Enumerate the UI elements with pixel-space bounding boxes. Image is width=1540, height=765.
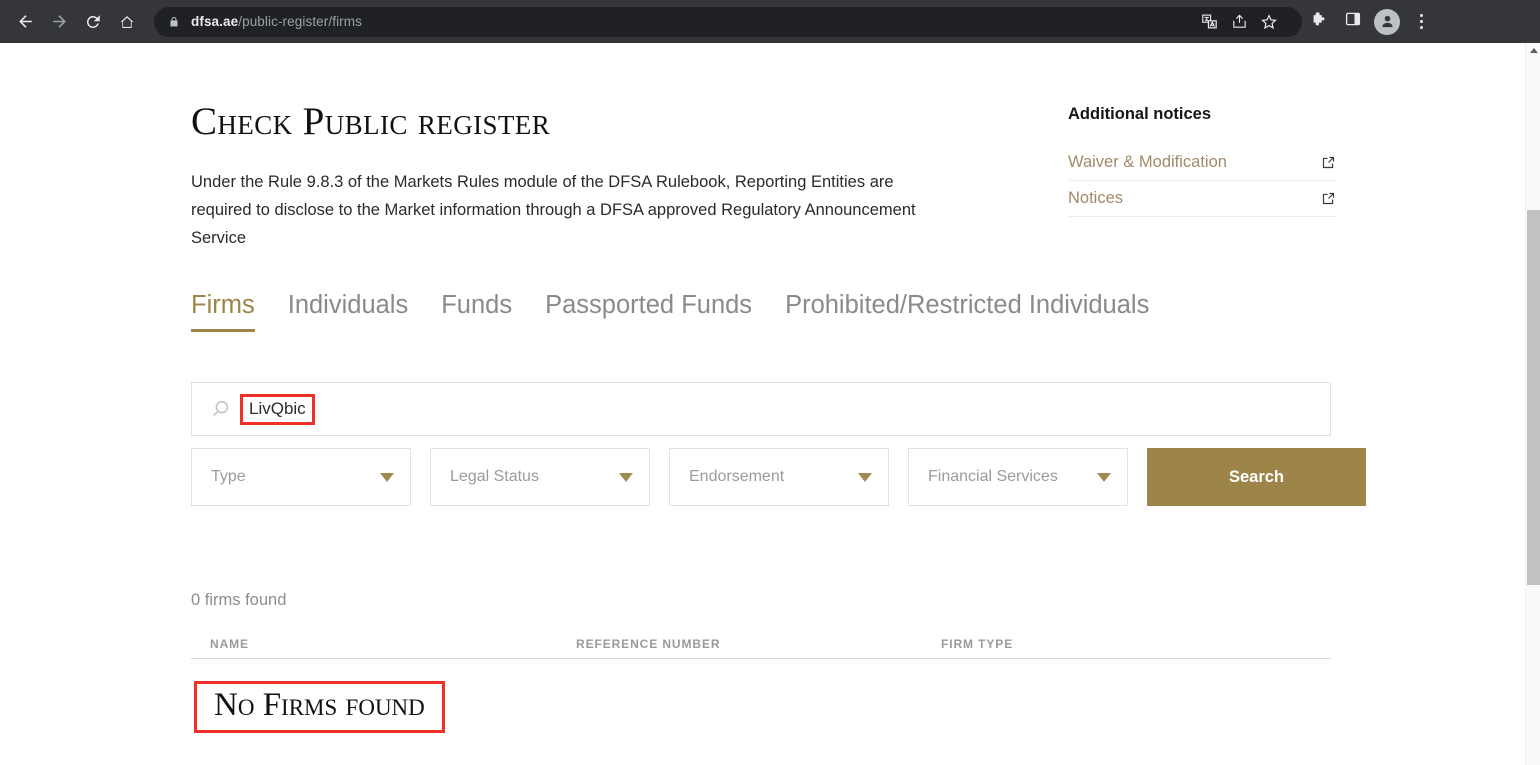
address-bar[interactable]: dfsa.ae/public-register/firms [154, 6, 1302, 37]
search-value-annotation: LivQbic [240, 393, 315, 425]
filter-endorsement-label: Endorsement [689, 468, 785, 485]
results-count: 0 firms found [191, 591, 287, 609]
url-domain: dfsa.ae [191, 14, 239, 29]
scrollbar-thumb[interactable] [1527, 210, 1540, 585]
tab-prohibited-restricted-individuals-label: Prohibited/Restricted Individuals [785, 291, 1150, 319]
profile-avatar-icon [1374, 8, 1400, 35]
column-header-name: NAME [210, 637, 249, 651]
share-icon[interactable] [1224, 7, 1254, 37]
chevron-down-icon [858, 472, 872, 482]
filter-financial-services-dropdown[interactable]: Financial Services [908, 448, 1128, 506]
profile-button[interactable] [1370, 5, 1404, 39]
notice-link-waiver-modification-label: Waiver & Modification [1068, 153, 1227, 171]
home-icon [118, 13, 136, 31]
browser-toolbar-actions [1302, 5, 1446, 39]
reload-icon [84, 13, 102, 31]
empty-state-annotation: No Firms found [194, 681, 445, 734]
tab-individuals-label: Individuals [287, 291, 409, 319]
forward-arrow-icon [50, 12, 69, 31]
home-button[interactable] [110, 5, 144, 39]
chevron-down-icon [619, 472, 633, 482]
side-panel-button[interactable] [1336, 5, 1370, 39]
external-link-icon [1321, 155, 1336, 170]
tab-funds[interactable]: Funds [441, 291, 512, 332]
url-path: /public-register/firms [238, 14, 362, 29]
filter-row: Type Legal Status Endorsement Financial … [191, 448, 1366, 506]
tab-prohibited-restricted-individuals[interactable]: Prohibited/Restricted Individuals [785, 291, 1149, 332]
main-column: Check Public register Under the Rule 9.8… [191, 43, 1366, 734]
forward-button[interactable] [42, 5, 76, 39]
notice-link-notices[interactable]: Notices [1068, 181, 1336, 217]
tab-firms-label: Firms [191, 291, 255, 319]
chevron-down-icon [380, 472, 394, 482]
scrollbar-up-arrow[interactable] [1526, 43, 1540, 57]
notice-link-waiver-modification[interactable]: Waiver & Modification [1068, 145, 1336, 181]
chevron-up-icon [1529, 47, 1538, 53]
extensions-button[interactable] [1302, 5, 1336, 39]
tab-passported-funds-label: Passported Funds [545, 291, 753, 319]
tab-individuals[interactable]: Individuals [288, 291, 409, 332]
browser-toolbar: dfsa.ae/public-register/firms [0, 0, 1540, 43]
search-magnifier-icon [210, 398, 232, 420]
tab-firms[interactable]: Firms [191, 291, 255, 332]
search-button[interactable]: Search [1147, 448, 1366, 506]
page-viewport: Check Public register Under the Rule 9.8… [0, 43, 1525, 765]
bookmark-star-icon[interactable] [1254, 7, 1284, 37]
url-text: dfsa.ae/public-register/firms [191, 14, 362, 29]
filter-legal-status-label: Legal Status [450, 468, 539, 485]
additional-notices-title: Additional notices [1068, 105, 1212, 123]
empty-state-message: No Firms found [214, 687, 425, 723]
omnibox-actions [1194, 7, 1288, 37]
register-tabs: Firms Individuals Funds Passported Funds… [191, 291, 1149, 332]
back-button[interactable] [8, 5, 42, 39]
chrome-menu-icon [1419, 14, 1423, 29]
filter-type-dropdown[interactable]: Type [191, 448, 411, 506]
chrome-menu-button[interactable] [1404, 5, 1438, 39]
results-table-header: NAME REFERENCE NUMBER FIRM TYPE [191, 637, 1331, 659]
filter-legal-status-dropdown[interactable]: Legal Status [430, 448, 650, 506]
extensions-puzzle-icon [1310, 10, 1329, 34]
external-link-icon [1321, 191, 1336, 206]
page-title: Check Public register [191, 100, 551, 143]
side-panel-icon [1344, 10, 1362, 33]
notice-link-notices-label: Notices [1068, 189, 1124, 207]
filter-endorsement-dropdown[interactable]: Endorsement [669, 448, 889, 506]
search-input-value: LivQbic [249, 398, 306, 418]
search-input[interactable]: LivQbic [191, 382, 1331, 436]
filter-financial-services-label: Financial Services [928, 468, 1058, 485]
translate-icon[interactable] [1194, 7, 1224, 37]
column-header-reference-number: REFERENCE NUMBER [576, 637, 721, 651]
filter-type-label: Type [211, 468, 246, 485]
tab-passported-funds[interactable]: Passported Funds [545, 291, 752, 332]
tab-funds-label: Funds [441, 291, 513, 319]
chevron-down-icon [1097, 472, 1111, 482]
column-header-firm-type: FIRM TYPE [941, 637, 1014, 651]
page-scrollbar[interactable] [1525, 43, 1540, 765]
browser-nav-buttons [0, 5, 144, 39]
lock-icon [168, 15, 180, 29]
back-arrow-icon [16, 12, 35, 31]
reload-button[interactable] [76, 5, 110, 39]
page-intro-paragraph: Under the Rule 9.8.3 of the Markets Rule… [191, 173, 916, 247]
additional-notices-panel: Additional notices Waiver & Modification… [1068, 43, 1336, 217]
